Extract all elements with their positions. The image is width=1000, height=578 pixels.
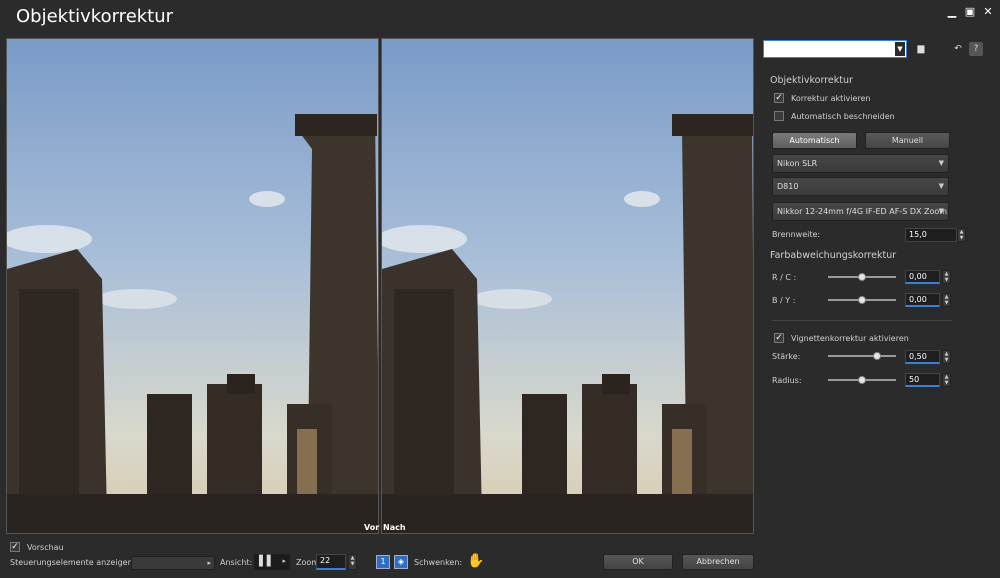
auto-crop-checkbox[interactable]: Automatisch beschneiden [774, 110, 895, 122]
strength-label: Stärke: [772, 352, 801, 361]
window-title: Objektivkorrektur [16, 6, 174, 27]
after-label: Nach [383, 523, 406, 532]
by-spinner[interactable]: ▲ ▼ [942, 293, 951, 307]
preview-checkbox[interactable]: ✓ Vorschau [10, 541, 64, 553]
rc-label: R / C : [772, 273, 797, 282]
enable-correction-checkbox[interactable]: ✓ Korrektur aktivieren [774, 92, 870, 104]
hand-icon[interactable]: ✋ [467, 553, 484, 569]
chevron-down-icon: ▼ [938, 159, 944, 167]
vignette-checkbox[interactable]: ✓ Vignettenkorrektur aktivieren [774, 332, 909, 344]
focal-length-label: Brennweite: [772, 230, 821, 239]
chevron-right-icon: ▸ [282, 557, 286, 565]
chevron-down-icon[interactable]: ▼ [895, 42, 905, 56]
checkbox-unchecked[interactable] [774, 111, 784, 121]
strength-slider[interactable] [828, 351, 896, 361]
radius-input[interactable]: 50 [905, 373, 940, 387]
lens-dropdown[interactable]: Nikkor 12-24mm f/4G IF-ED AF-S DX Zoom ▼ [772, 202, 949, 221]
preset-combo[interactable]: ▼ [763, 40, 907, 58]
strength-input[interactable]: 0,50 [905, 350, 940, 364]
radius-spinner[interactable]: ▲ ▼ [942, 373, 951, 387]
view-label: Ansicht: [220, 558, 253, 567]
rc-input[interactable]: 0,00 [905, 270, 940, 284]
radius-label: Radius: [772, 376, 802, 385]
close-icon[interactable]: ✕ [980, 4, 996, 20]
controls-dropdown[interactable]: ▸ [131, 556, 215, 570]
slider-thumb[interactable] [873, 352, 881, 360]
focal-length-input[interactable]: 15,0 [905, 228, 957, 242]
lens-section-title: Objektivkorrektur [770, 75, 853, 86]
checkbox-checked[interactable]: ✓ [10, 542, 20, 552]
actual-size-icon[interactable]: 1 [376, 555, 390, 569]
save-preset-icon[interactable]: ▆ [914, 42, 928, 56]
view-mode-button[interactable]: ▌▌ ▸ [254, 554, 290, 570]
chevron-down-icon: ▼ [938, 207, 944, 215]
by-input[interactable]: 0,00 [905, 293, 940, 307]
zoom-spinner[interactable]: ▲ ▼ [348, 554, 357, 570]
title-bar: Objektivkorrektur ▁ ▣ ✕ [0, 0, 1000, 36]
strength-spinner[interactable]: ▲ ▼ [942, 350, 951, 364]
checkbox-checked[interactable]: ✓ [774, 93, 784, 103]
radius-slider[interactable] [828, 375, 896, 385]
fit-to-window-icon[interactable]: ◈ [394, 555, 408, 569]
help-icon[interactable]: ? [969, 42, 983, 56]
slider-thumb[interactable] [858, 296, 866, 304]
settings-panel: ▼ ▆ ↶ ? Objektivkorrektur ✓ Korrektur ak… [762, 38, 992, 538]
camera-brand-dropdown[interactable]: Nikon SLR ▼ [772, 154, 949, 173]
by-slider[interactable] [828, 295, 896, 305]
slider-thumb[interactable] [858, 376, 866, 384]
ok-button[interactable]: OK [603, 554, 673, 570]
chevron-right-icon: ▸ [207, 559, 211, 567]
rc-spinner[interactable]: ▲ ▼ [942, 270, 951, 284]
maximize-icon[interactable]: ▣ [962, 4, 978, 20]
preview-before[interactable] [6, 38, 379, 534]
rc-slider[interactable] [828, 272, 896, 282]
minimize-icon[interactable]: ▁ [944, 4, 960, 20]
ca-section-title: Farbabweichungskorrektur [770, 250, 897, 261]
chevron-down-icon: ▼ [938, 182, 944, 190]
pan-label: Schwenken: [414, 558, 463, 567]
bottom-bar: ✓ Vorschau Steuerungselemente anzeigen: … [0, 540, 1000, 578]
manual-button[interactable]: Manuell [865, 132, 950, 149]
before-label: Vor [364, 523, 380, 532]
auto-button[interactable]: Automatisch [772, 132, 857, 149]
cancel-button[interactable]: Abbrechen [682, 554, 754, 570]
checkbox-checked[interactable]: ✓ [774, 333, 784, 343]
split-view-icon: ▌▌ [259, 556, 275, 567]
focal-spinner[interactable]: ▲ ▼ [957, 228, 966, 242]
divider [772, 320, 952, 321]
reset-icon[interactable]: ↶ [951, 42, 965, 56]
slider-thumb[interactable] [858, 273, 866, 281]
controls-label: Steuerungselemente anzeigen: [10, 558, 136, 567]
camera-model-dropdown[interactable]: D810 ▼ [772, 177, 949, 196]
preview-after[interactable] [381, 38, 754, 534]
by-label: B / Y : [772, 296, 796, 305]
zoom-input[interactable]: 22 [316, 554, 346, 570]
